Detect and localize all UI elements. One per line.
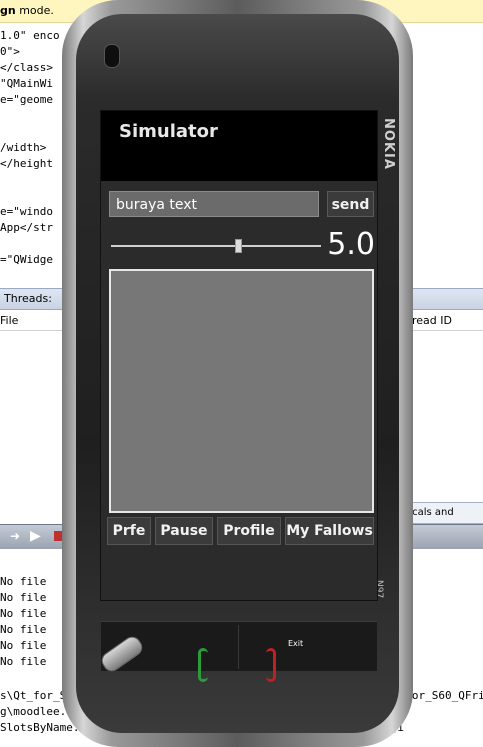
stack-row[interactable]: No file bbox=[0, 590, 46, 606]
mode-bold-text: gn bbox=[0, 4, 16, 17]
lcd-number-display: 5.0 bbox=[327, 227, 375, 262]
code-line: /width> bbox=[0, 141, 47, 154]
call-key-icon[interactable] bbox=[198, 648, 208, 682]
my-fallows-button[interactable]: My Fallows bbox=[285, 517, 374, 545]
end-call-key-icon[interactable] bbox=[266, 648, 276, 682]
slider-track[interactable] bbox=[111, 245, 321, 247]
stack-row[interactable]: No file bbox=[0, 606, 46, 622]
button-row: Prfe Pause Profile My Fallows bbox=[107, 517, 374, 545]
mode-text: mode. bbox=[15, 4, 54, 17]
code-line: e="geome bbox=[0, 93, 53, 106]
phone-screen: Simulator buraya text send 5.0 Prfe Paus… bbox=[100, 110, 378, 671]
send-button[interactable]: send bbox=[327, 191, 374, 217]
slider-handle[interactable] bbox=[235, 239, 242, 253]
code-line: ="QWidge bbox=[0, 253, 53, 266]
code-line: "QMainWi bbox=[0, 77, 53, 90]
code-line: </class> bbox=[0, 61, 53, 74]
profile-button[interactable]: Profile bbox=[217, 517, 281, 545]
stack-row[interactable]: No file bbox=[0, 622, 46, 638]
title-bar: Simulator bbox=[101, 111, 377, 181]
tab-locals-and-watch[interactable]: ocals and Watch bbox=[405, 502, 483, 538]
threads-label: Threads: bbox=[4, 292, 52, 305]
list-view[interactable] bbox=[109, 269, 374, 513]
thread-id-column-header[interactable]: read ID bbox=[412, 312, 452, 330]
code-line: e="windo bbox=[0, 205, 53, 218]
play-icon[interactable]: ▶ bbox=[30, 528, 41, 544]
window-title: Simulator bbox=[119, 121, 218, 142]
stack-row[interactable]: No file bbox=[0, 574, 46, 590]
pause-button[interactable]: Pause bbox=[155, 517, 213, 545]
step-arrow-icon[interactable]: ➜ bbox=[10, 529, 20, 543]
stop-icon[interactable] bbox=[54, 531, 62, 541]
code-line: </height bbox=[0, 157, 53, 170]
file-column-header[interactable]: File bbox=[0, 312, 18, 330]
stack-row[interactable]: No file bbox=[0, 638, 46, 654]
app-content: buraya text send 5.0 Prfe Pause Profile … bbox=[101, 181, 377, 671]
code-editor[interactable]: 1.0" enco 0"> </class> "QMainWi e="geome/wid… bbox=[0, 28, 60, 268]
code-line: 0"> bbox=[0, 45, 20, 58]
softkey-divider bbox=[238, 625, 239, 669]
code-line: App</str bbox=[0, 221, 53, 234]
exit-softkey[interactable]: Exit bbox=[288, 639, 303, 648]
camera-speaker-icon bbox=[104, 44, 120, 68]
text-input[interactable]: buraya text bbox=[109, 191, 319, 217]
code-line: 1.0" enco bbox=[0, 29, 60, 42]
stack-row[interactable]: No file bbox=[0, 654, 46, 670]
prfe-button[interactable]: Prfe bbox=[107, 517, 151, 545]
